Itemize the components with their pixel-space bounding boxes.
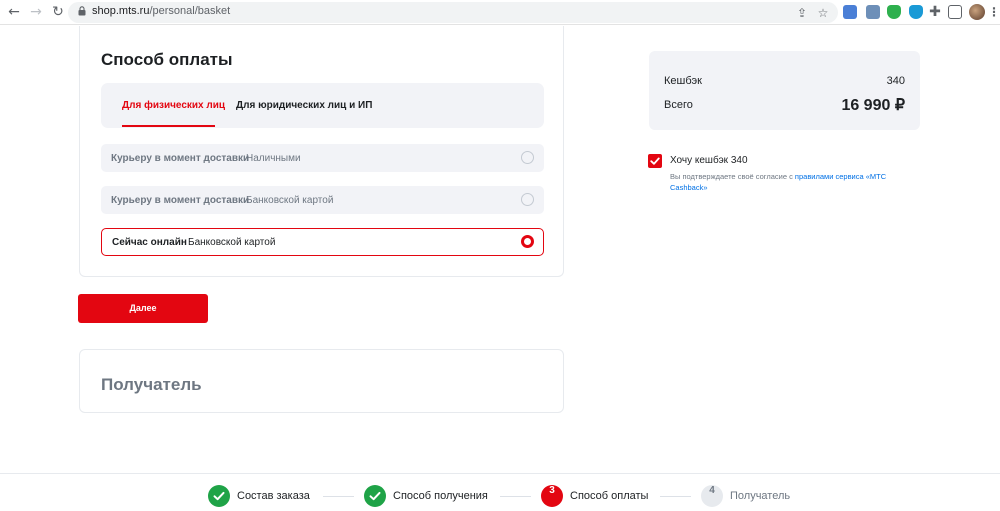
- recipient-card[interactable]: Получатель: [79, 349, 564, 413]
- payment-option-online-card[interactable]: Сейчас онлайн Банковской картой: [101, 228, 544, 256]
- tab-individuals[interactable]: Для физических лиц: [122, 100, 225, 111]
- back-arrow-icon[interactable]: ←: [6, 4, 22, 20]
- payment-title: Способ оплаты: [101, 50, 233, 69]
- checkmark-icon: [650, 157, 660, 165]
- radio-button-selected[interactable]: [521, 235, 534, 248]
- forward-arrow-icon[interactable]: →: [28, 4, 44, 20]
- option-description: Банковской картой: [188, 237, 276, 248]
- step-connector: [323, 496, 354, 497]
- radio-button[interactable]: [521, 193, 534, 206]
- step-label-payment-method: Способ оплаты: [570, 490, 649, 502]
- step-number-future: 4: [701, 485, 723, 507]
- consent-text: Вы подтверждаете своё согласие с: [670, 172, 795, 181]
- total-value: 16 990 ₽: [841, 97, 905, 114]
- total-label: Всего: [664, 99, 693, 111]
- cashback-checkbox[interactable]: [648, 154, 662, 168]
- checkout-stepper: Состав заказа Способ получения 3 Способ …: [0, 473, 1000, 511]
- recipient-title: Получатель: [101, 375, 202, 394]
- step-done-check-icon: [364, 485, 386, 507]
- bookmark-star-icon[interactable]: ☆: [816, 6, 830, 20]
- option-label: Курьеру в момент доставки: [111, 153, 250, 164]
- browser-toolbar: ← → ↻ shop.mts.ru/personal/basket ⇪ ☆ ✚ …: [0, 0, 1000, 25]
- shield-extension-icon[interactable]: [887, 5, 901, 19]
- profile-avatar[interactable]: [969, 4, 985, 20]
- puzzle-extensions-icon[interactable]: ✚: [927, 4, 943, 20]
- lock-icon: [78, 6, 86, 16]
- step-connector: [500, 496, 531, 497]
- next-button[interactable]: Далее: [78, 294, 208, 323]
- cashback-value: 340: [886, 75, 905, 87]
- step-connector: [660, 496, 691, 497]
- vpn-extension-icon[interactable]: [909, 5, 923, 19]
- address-bar[interactable]: shop.mts.ru/personal/basket ⇪ ☆: [68, 2, 838, 23]
- url-domain: shop.mts.ru: [92, 5, 150, 17]
- radio-button[interactable]: [521, 151, 534, 164]
- browser-menu-icon[interactable]: ⋮: [988, 4, 1000, 20]
- step-label-recipient: Получатель: [730, 490, 791, 502]
- cashback-consent-note: Вы подтверждаете своё согласие с правила…: [670, 171, 920, 193]
- payment-option-courier-card[interactable]: Курьеру в момент доставки Банковской кар…: [101, 186, 544, 214]
- option-description: Банковской картой: [246, 195, 334, 206]
- reload-icon[interactable]: ↻: [50, 4, 66, 20]
- payment-method-card: Способ оплаты Для физических лиц Для юри…: [79, 26, 564, 277]
- step-done-check-icon: [208, 485, 230, 507]
- step-number-current: 3: [541, 485, 563, 507]
- option-label: Сейчас онлайн: [112, 237, 187, 248]
- side-panel-icon[interactable]: [948, 5, 962, 19]
- cashback-label: Кешбэк: [664, 75, 702, 87]
- cashback-checkbox-label[interactable]: Хочу кешбэк 340: [670, 155, 748, 166]
- url-text: shop.mts.ru/personal/basket: [92, 5, 230, 17]
- step-label-delivery-method[interactable]: Способ получения: [393, 490, 488, 502]
- payer-type-tabs: Для физических лиц Для юридических лиц и…: [101, 83, 544, 128]
- translate-extension-icon[interactable]: [843, 5, 857, 19]
- order-summary: Кешбэк 340 Всего 16 990 ₽: [649, 51, 920, 130]
- extension-off-icon[interactable]: [866, 5, 880, 19]
- option-label: Курьеру в момент доставки: [111, 195, 250, 206]
- payment-option-courier-cash[interactable]: Курьеру в момент доставки Наличными: [101, 144, 544, 172]
- option-description: Наличными: [246, 153, 301, 164]
- share-icon[interactable]: ⇪: [795, 6, 809, 20]
- step-label-order-contents[interactable]: Состав заказа: [237, 490, 310, 502]
- tab-legal-entities[interactable]: Для юридических лиц и ИП: [236, 100, 372, 111]
- active-tab-indicator: [122, 125, 215, 127]
- url-path: /personal/basket: [149, 5, 231, 17]
